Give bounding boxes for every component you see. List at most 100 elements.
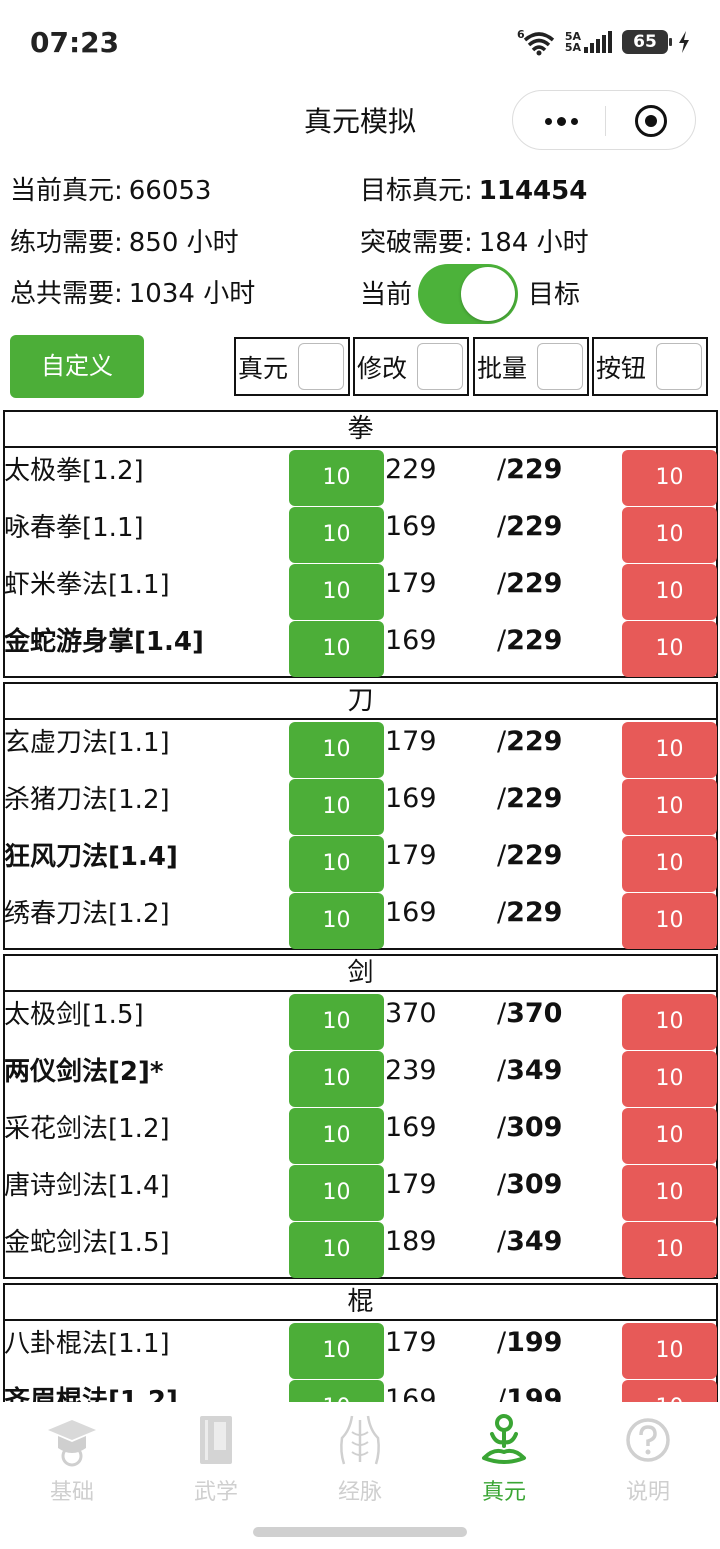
option-checkbox[interactable]: [298, 343, 344, 390]
tab-label: 经脉: [337, 1480, 382, 1505]
skill-current-value: 169: [385, 1384, 437, 1402]
help-icon: [626, 1418, 670, 1462]
tab-label: 真元: [481, 1480, 526, 1505]
option-energy[interactable]: 真元: [234, 337, 350, 396]
skill-max-value: 229: [506, 726, 563, 757]
skill-name: 太极剑[1.5]: [4, 1000, 144, 1030]
skill-max-value: 229: [506, 511, 563, 542]
body-meridian-icon: [340, 1415, 380, 1465]
increase-button[interactable]: 10: [289, 1165, 384, 1221]
skill-max-value: 229: [506, 454, 563, 485]
tab-help[interactable]: 说明: [576, 1412, 720, 1512]
skill-max: /309: [497, 1169, 563, 1200]
skill-row: 金蛇游身掌[1.4] 10 169/229 10: [0, 619, 720, 677]
increase-button[interactable]: 10: [289, 994, 384, 1050]
decrease-button[interactable]: 10: [622, 1323, 717, 1379]
section-header: 拳: [3, 410, 718, 448]
target-energy-label: 目标真元:: [360, 176, 473, 206]
tab-label: 基础: [49, 1480, 94, 1505]
decrease-button[interactable]: 10: [622, 564, 717, 620]
decrease-button[interactable]: 10: [622, 1380, 717, 1402]
increase-button[interactable]: 10: [289, 779, 384, 835]
tab-true-energy[interactable]: 真元: [432, 1412, 576, 1512]
skill-current-value: 179: [385, 568, 437, 599]
skill-max-value: 349: [506, 1226, 563, 1257]
skill-row: 杀猪刀法[1.2] 10 169/229 10: [0, 777, 720, 835]
current-energy: 当前真元: 66053: [10, 170, 211, 207]
option-edit[interactable]: 修改: [353, 337, 469, 396]
skill-row: 唐诗剑法[1.4] 10 179/309 10: [0, 1163, 720, 1221]
increase-button[interactable]: 10: [289, 722, 384, 778]
increase-button[interactable]: 10: [289, 836, 384, 892]
option-checkbox[interactable]: [656, 343, 702, 390]
increase-button[interactable]: 10: [289, 450, 384, 506]
increase-button[interactable]: 10: [289, 1108, 384, 1164]
total-required-value: 1034 小时: [128, 279, 256, 309]
skill-name: 金蛇游身掌[1.4]: [4, 627, 204, 657]
decrease-button[interactable]: 10: [622, 1165, 717, 1221]
status-time: 07:23: [30, 26, 120, 59]
skill-max-value: 309: [506, 1169, 563, 1200]
skill-max: /309: [497, 1112, 563, 1143]
decrease-button[interactable]: 10: [622, 779, 717, 835]
option-checkbox[interactable]: [537, 343, 583, 390]
skill-max: /229: [497, 568, 563, 599]
skill-current-value: 169: [385, 897, 437, 928]
tab-meridians[interactable]: 经脉: [288, 1412, 432, 1512]
decrease-button[interactable]: 10: [622, 836, 717, 892]
increase-button[interactable]: 10: [289, 1222, 384, 1278]
close-target-icon[interactable]: [635, 105, 667, 137]
decrease-button[interactable]: 10: [622, 1222, 717, 1278]
option-buttons[interactable]: 按钮: [592, 337, 708, 396]
option-checkbox[interactable]: [417, 343, 463, 390]
practice-required-label: 练功需要:: [10, 228, 123, 258]
section-header: 棍: [3, 1283, 718, 1321]
tab-martial-arts[interactable]: 武学: [144, 1412, 288, 1512]
decrease-button[interactable]: 10: [622, 621, 717, 677]
skill-current-value: 239: [385, 1055, 437, 1086]
decrease-button[interactable]: 10: [622, 507, 717, 563]
tab-basics[interactable]: 基础: [0, 1412, 144, 1512]
increase-button[interactable]: 10: [289, 1051, 384, 1107]
wifi-icon: 6: [517, 28, 554, 56]
practice-required: 练功需要: 850 小时: [10, 222, 239, 259]
increase-button[interactable]: 10: [289, 893, 384, 949]
option-batch[interactable]: 批量: [473, 337, 589, 396]
increase-button[interactable]: 10: [289, 564, 384, 620]
skill-current-value: 169: [385, 511, 437, 542]
increase-button[interactable]: 10: [289, 621, 384, 677]
decrease-button[interactable]: 10: [622, 450, 717, 506]
option-label: 真元: [238, 353, 289, 383]
skill-name: 金蛇剑法[1.5]: [4, 1228, 170, 1258]
more-options-button[interactable]: [541, 103, 581, 139]
capsule-divider: [605, 106, 606, 136]
skill-row: 齐眉棍法[1.2]10169/19910: [0, 1378, 720, 1402]
skill-row: 虾米拳法[1.1] 10 179/229 10: [0, 562, 720, 620]
toggle-left-label: 当前: [360, 280, 413, 310]
skill-max: /199: [497, 1327, 563, 1358]
skill-list[interactable]: 拳太极拳[1.2] 10 229/229 10 咏春拳[1.1] 10 169/229 10 虾…: [0, 408, 720, 1402]
decrease-button[interactable]: 10: [622, 893, 717, 949]
increase-button[interactable]: 10: [289, 1380, 384, 1402]
breakthrough-required-value: 184 小时: [478, 228, 589, 258]
skill-row: 金蛇剑法[1.5] 10 189/349 10: [0, 1220, 720, 1278]
decrease-button[interactable]: 10: [622, 722, 717, 778]
increase-button[interactable]: 10: [289, 1323, 384, 1379]
skill-max-value: 229: [506, 897, 563, 928]
skill-max: /229: [497, 726, 563, 757]
breakthrough-required-label: 突破需要:: [360, 228, 473, 258]
option-label: 修改: [357, 353, 408, 383]
decrease-button[interactable]: 10: [622, 1051, 717, 1107]
skill-max: /370: [497, 998, 563, 1029]
increase-button[interactable]: 10: [289, 507, 384, 563]
skill-row: 采花剑法[1.2] 10 169/309 10: [0, 1106, 720, 1164]
custom-button[interactable]: 自定义: [10, 335, 144, 398]
current-target-toggle[interactable]: [418, 264, 518, 324]
skill-name: 虾米拳法[1.1]: [4, 570, 170, 600]
decrease-button[interactable]: 10: [622, 994, 717, 1050]
practice-required-value: 850 小时: [128, 228, 239, 258]
decrease-button[interactable]: 10: [622, 1108, 717, 1164]
skill-row: 八卦棍法[1.1] 10 179/199 10: [0, 1321, 720, 1379]
skill-name: 八卦棍法[1.1]: [4, 1329, 170, 1359]
skill-max: /229: [497, 840, 563, 871]
